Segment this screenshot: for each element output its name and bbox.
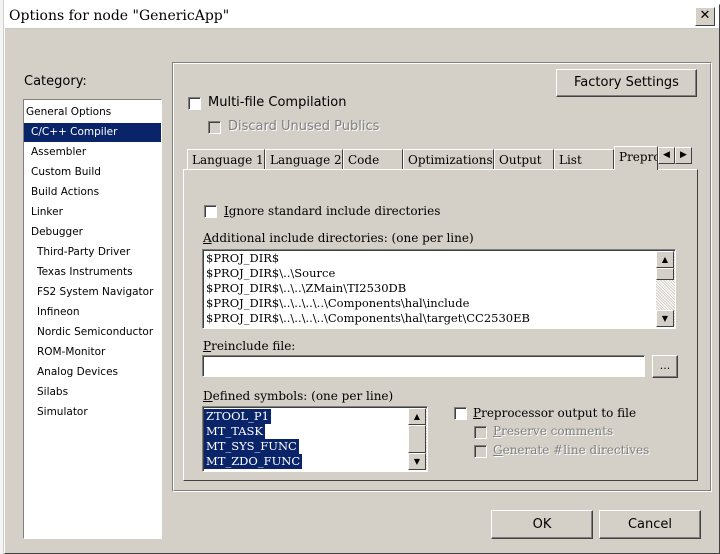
tab-language-1[interactable]: Language 1 [187,149,265,169]
defined-symbols-scrollbar[interactable]: ▲ ▼ [408,408,427,470]
include-line: $PROJ_DIR$\..\Source [206,266,336,280]
tab-scroll-left-icon[interactable]: ◀ [658,147,675,164]
tab-scroll-right-icon[interactable]: ▶ [675,147,692,164]
category-item-third-party-driver[interactable]: Third-Party Driver [24,243,161,262]
tab-output[interactable]: Output [494,149,554,169]
generate-line-directives-checkbox[interactable] [474,445,487,458]
include-line: $PROJ_DIR$\..\..\ZMain\TI2530DB [206,281,407,295]
close-button[interactable]: ✕ [695,7,715,26]
scroll-thumb[interactable] [408,425,426,453]
ignore-standard-includes-checkbox[interactable] [204,205,217,218]
discard-unused-publics-checkbox[interactable] [208,121,221,134]
defined-symbol-line: MT_SYS_FUNC [204,439,299,454]
ok-button[interactable]: OK [491,510,593,539]
include-line: $PROJ_DIR$\..\..\..\..\Components\hal\ta… [206,311,530,325]
category-item-custom-build[interactable]: Custom Build [24,163,161,182]
category-item-simulator[interactable]: Simulator [24,403,161,422]
tab-language-2[interactable]: Language 2 [265,149,343,169]
defined-symbol-line: MT_ZDO_FUNC [204,454,303,469]
defined-symbols-label: Defined symbols: (one per line) [203,389,394,403]
category-label: Category: [24,74,87,89]
preserve-comments-label: Preserve comments [493,424,614,438]
category-item-general-options[interactable]: General Options [24,103,161,122]
defined-symbol-line: ZTOOL_P1 [204,409,271,424]
category-item-rom-monitor[interactable]: ROM-Monitor [24,343,161,362]
cancel-button[interactable]: Cancel [599,510,701,539]
ignore-standard-includes-label: Ignore standard include directories [224,204,441,218]
additional-includes-label: Additional include directories: (one per… [203,231,474,245]
multifile-compilation-checkbox[interactable] [188,97,201,110]
multifile-compilation-label: Multi-file Compilation [208,95,347,110]
category-item-texas-instruments[interactable]: Texas Instruments [24,263,161,282]
category-item-linker[interactable]: Linker [24,203,161,222]
category-item-infineon[interactable]: Infineon [24,303,161,322]
category-item-nordic-semiconductor[interactable]: Nordic Semiconductor [24,323,161,342]
tab-preprocessor[interactable]: Prepro [614,146,658,170]
scroll-down-icon[interactable]: ▼ [408,453,426,470]
includes-scrollbar[interactable]: ▲ ▼ [656,251,675,327]
discard-unused-publics-label: Discard Unused Publics [228,119,380,134]
preinclude-label: Preinclude file: [203,339,296,353]
defined-symbols-textarea[interactable]: ZTOOL_P1 MT_TASK MT_SYS_FUNC MT_ZDO_FUNC… [202,406,428,472]
include-line: $PROJ_DIR$\..\..\..\..\Components\hal\in… [206,296,470,310]
scroll-up-icon[interactable]: ▲ [656,251,674,268]
defined-symbol-line: MT_TASK [204,424,266,439]
window-title: Options for node "GenericApp" [9,8,230,24]
category-item-build-actions[interactable]: Build Actions [24,183,161,202]
title-bar[interactable]: Options for node "GenericApp" ✕ [5,5,719,29]
additional-includes-textarea[interactable]: $PROJ_DIR$ $PROJ_DIR$\..\Source $PROJ_DI… [202,249,676,329]
tab-list[interactable]: List [554,149,614,169]
category-item-c-cpp-compiler[interactable]: C/C++ Compiler [24,123,161,142]
preserve-comments-checkbox[interactable] [474,426,487,439]
preinclude-input[interactable] [202,355,645,377]
scroll-thumb[interactable] [656,268,674,280]
factory-settings-button[interactable]: Factory Settings [556,69,697,97]
generate-line-directives-label: Generate #line directives [493,443,650,457]
tab-optimizations[interactable]: Optimizations [403,149,494,169]
category-item-silabs[interactable]: Silabs [24,383,161,402]
scroll-down-icon[interactable]: ▼ [656,310,674,327]
preprocessor-output-checkbox[interactable] [454,407,467,420]
tab-code[interactable]: Code [343,149,403,169]
category-item-analog-devices[interactable]: Analog Devices [24,363,161,382]
category-item-debugger[interactable]: Debugger [24,223,161,242]
include-line: $PROJ_DIR$ [206,251,280,265]
category-list[interactable]: General Options C/C++ Compiler Assembler… [23,99,162,539]
browse-button[interactable]: ... [652,355,678,378]
preprocessor-output-label: Preprocessor output to file [473,406,637,420]
scroll-up-icon[interactable]: ▲ [408,408,426,425]
category-item-assembler[interactable]: Assembler [24,143,161,162]
category-item-fs2-system-navigator[interactable]: FS2 System Navigator [24,283,161,302]
